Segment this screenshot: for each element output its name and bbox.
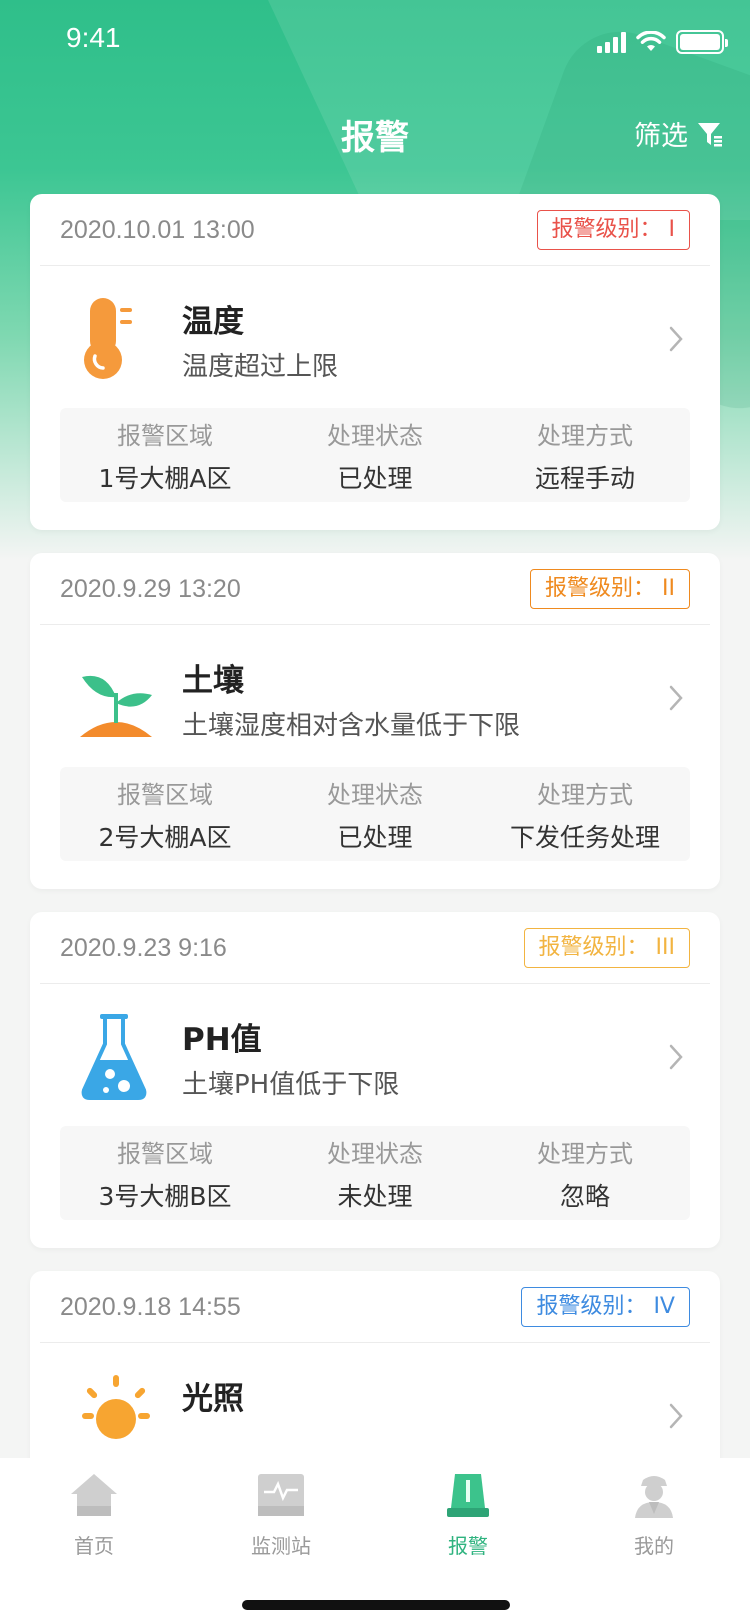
tab-label: 首页 [74,1534,114,1558]
flask-icon [81,1014,147,1100]
alert-status-column: 处理状态 已处理 [270,416,480,495]
alert-level-badge: 报警级别： III [523,928,690,968]
status-value: 已处理 [337,463,413,493]
alert-description: 土壤PH值低于下限 [182,1070,400,1100]
chevron-right-icon [669,326,683,352]
alert-date: 2020.9.29 13:20 [60,575,241,603]
area-value: 2号大棚A区 [98,822,232,852]
alert-date: 2020.10.01 13:00 [60,216,255,244]
filter-button[interactable]: 筛选 [634,114,724,153]
alert-method-column: 处理方式 下发任务处理 [480,775,690,854]
status-bar: 9:41 [0,0,750,80]
alert-card-body[interactable]: 温度 温度超过上限 [30,266,720,408]
alert-method-column: 处理方式 远程手动 [480,416,690,495]
area-label: 报警区域 [117,421,213,450]
alert-level-badge: 报警级别： I [536,210,690,250]
alert-info-box: 报警区域 1号大棚A区 处理状态 已处理 处理方式 远程手动 [60,408,690,502]
monitor-station-icon [258,1474,304,1516]
area-label: 报警区域 [117,780,213,809]
method-value: 忽略 [559,1181,610,1211]
alert-title: PH值 [182,1022,262,1058]
chevron-right-icon [669,1044,683,1070]
alert-title: 光照 [182,1381,244,1417]
alert-card-body[interactable]: PH值 土壤PH值低于下限 [30,984,720,1126]
status-label: 处理状态 [327,780,423,809]
alert-card-header: 2020.9.29 13:20 报警级别： II [40,553,710,625]
alert-area-column: 报警区域 3号大棚B区 [60,1134,270,1213]
alert-date: 2020.9.18 14:55 [60,1293,241,1321]
home-indicator [242,1600,510,1610]
alert-title: 温度 [182,304,244,340]
tab-label: 报警 [448,1534,488,1558]
method-value: 远程手动 [534,463,635,493]
alert-card[interactable]: 2020.9.23 9:16 报警级别： III PH值 土壤PH值低于下限 报… [30,912,720,1248]
alarm-light-icon [447,1474,489,1517]
status-label: 处理状态 [327,421,423,450]
home-icon [71,1474,117,1516]
area-value: 1号大棚A区 [98,463,232,493]
alert-card-header: 2020.10.01 13:00 报警级别： I [40,194,710,266]
status-value: 已处理 [337,822,413,852]
alert-description: 土壤湿度相对含水量低于下限 [182,711,521,741]
battery-icon [676,30,728,54]
wifi-icon [636,31,666,51]
thermometer-icon [84,298,132,379]
alert-card-header: 2020.9.18 14:55 报警级别： IV [40,1271,710,1343]
status-value: 未处理 [337,1181,413,1211]
profile-icon [635,1476,673,1518]
alert-status-column: 处理状态 已处理 [270,775,480,854]
tab-alarm[interactable]: 报警 [408,1472,528,1559]
alert-level-badge: 报警级别： II [530,569,690,609]
alert-date: 2020.9.23 9:16 [60,934,227,962]
method-value: 下发任务处理 [509,822,660,852]
alert-area-column: 报警区域 1号大棚A区 [60,416,270,495]
tab-label: 我的 [634,1534,674,1558]
alert-info-box: 报警区域 3号大棚B区 处理状态 未处理 处理方式 忽略 [60,1126,690,1220]
tab-home[interactable]: 首页 [34,1472,154,1559]
alert-status-column: 处理状态 未处理 [270,1134,480,1213]
sun-icon [82,1375,150,1439]
alert-area-column: 报警区域 2号大棚A区 [60,775,270,854]
filter-label: 筛选 [634,121,688,152]
tab-monitor-station[interactable]: 监测站 [221,1472,341,1559]
alert-method-column: 处理方式 忽略 [480,1134,690,1213]
area-label: 报警区域 [117,1139,213,1168]
cellular-signal-icon [597,31,626,53]
alert-title: 土壤 [182,663,244,699]
area-value: 3号大棚B区 [98,1181,232,1211]
alert-level-badge: 报警级别： IV [521,1287,690,1327]
chevron-right-icon [669,1403,683,1429]
chevron-right-icon [669,685,683,711]
filter-icon [698,122,722,146]
alert-info-box: 报警区域 2号大棚A区 处理状态 已处理 处理方式 下发任务处理 [60,767,690,861]
alert-card-header: 2020.9.23 9:16 报警级别： III [40,912,710,984]
method-label: 处理方式 [537,1139,633,1168]
status-label: 处理状态 [327,1139,423,1168]
alert-card[interactable]: 2020.9.29 13:20 报警级别： II 土壤 土壤湿度相对含水量低于下… [30,553,720,889]
method-label: 处理方式 [537,421,633,450]
alert-card[interactable]: 2020.10.01 13:00 报警级别： I 温度 温度超过上限 报警区域 … [30,194,720,530]
sprout-icon [80,675,152,737]
tab-label: 监测站 [251,1534,311,1558]
status-time: 9:41 [66,22,121,53]
alert-card-body[interactable]: 土壤 土壤湿度相对含水量低于下限 [30,625,720,767]
method-label: 处理方式 [537,780,633,809]
tab-profile[interactable]: 我的 [594,1472,714,1559]
alert-description: 温度超过上限 [182,352,339,382]
status-icons [597,30,728,54]
